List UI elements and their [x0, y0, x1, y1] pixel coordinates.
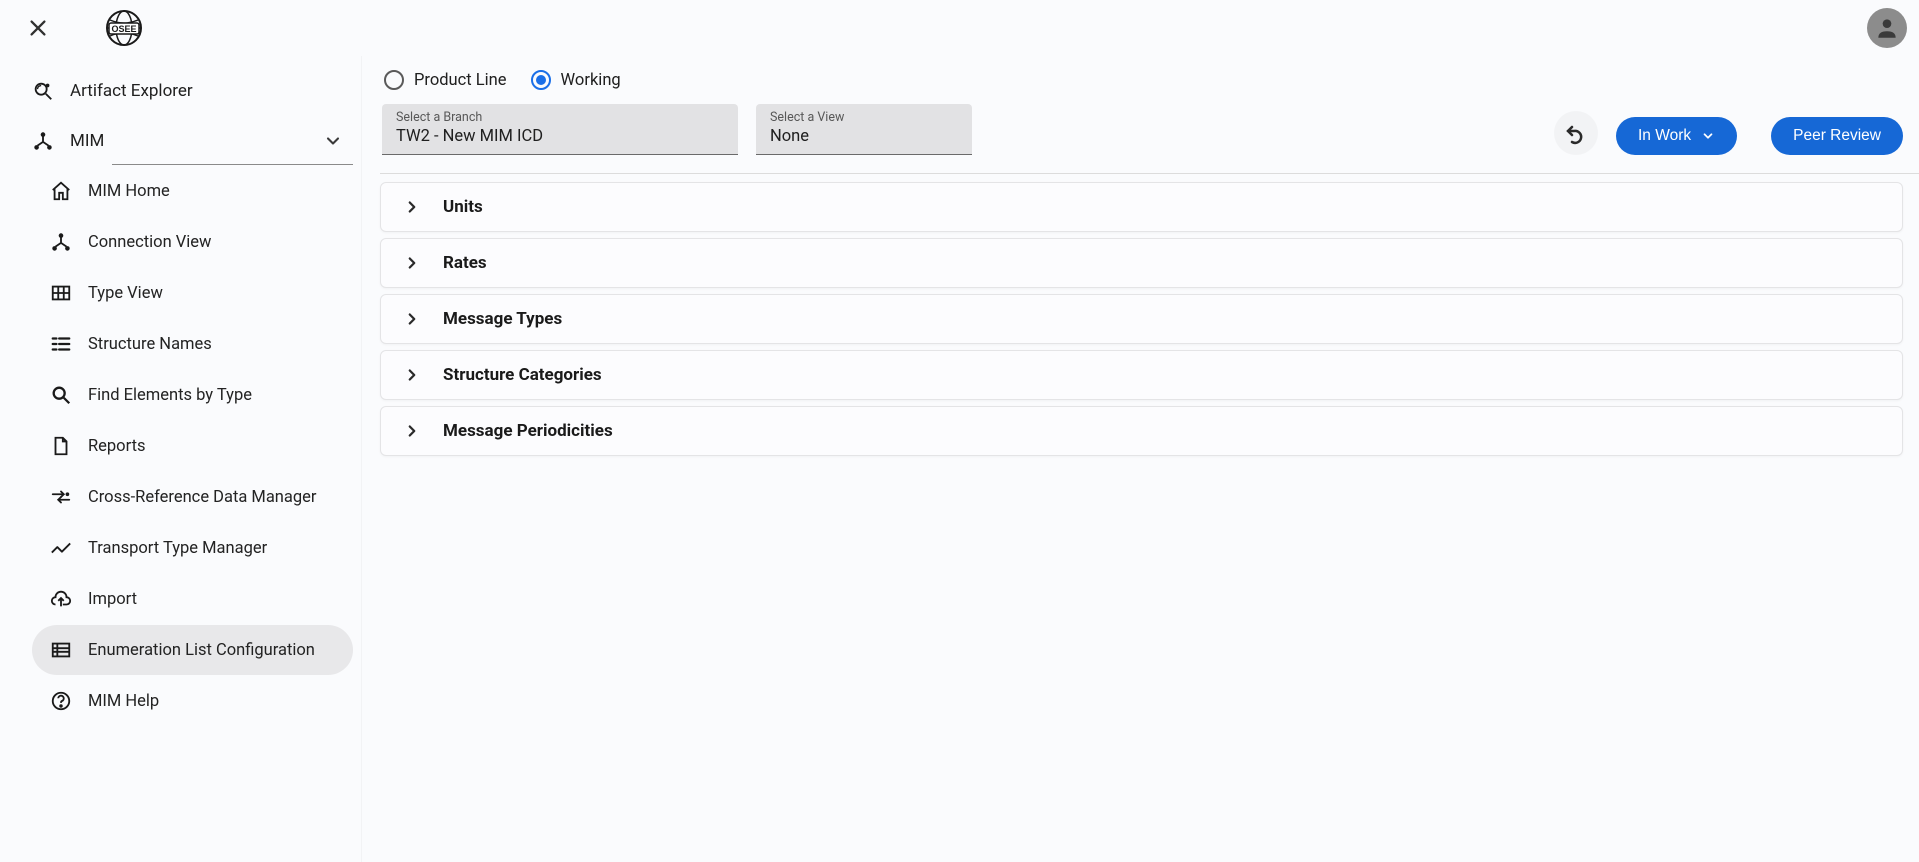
accordion-header-message-types[interactable]: Message Types	[381, 295, 1902, 343]
grid-icon	[50, 282, 72, 304]
accordion-header-message-periodicities[interactable]: Message Periodicities	[381, 407, 1902, 455]
accordion-title: Message Periodicities	[443, 421, 613, 441]
user-avatar[interactable]	[1867, 8, 1907, 48]
sidebar-item-artifact-explorer[interactable]: Artifact Explorer	[14, 66, 361, 116]
chevron-right-icon	[403, 366, 421, 384]
chevron-down-icon	[1701, 129, 1715, 143]
sidebar-item-label: Transport Type Manager	[88, 539, 267, 558]
chevron-right-icon	[403, 254, 421, 272]
accordion-title: Rates	[443, 253, 487, 273]
close-sidebar-button[interactable]	[20, 10, 56, 46]
sidebar-item-label: Reports	[88, 437, 146, 456]
sidebar-item-label: Find Elements by Type	[88, 386, 252, 405]
sidebar-submenu: MIM Home Connection View	[14, 166, 361, 726]
sidebar-item-label: Structure Names	[88, 335, 212, 354]
topbar-left: OSEE	[20, 6, 154, 50]
artifact-explorer-label: Artifact Explorer	[70, 81, 193, 101]
cloud-upload-icon	[50, 588, 72, 610]
table-list-icon	[50, 639, 72, 661]
accordion-structure-categories: Structure Categories	[380, 350, 1903, 400]
sidebar-item-type-view[interactable]: Type View	[32, 268, 353, 318]
selects-row: Select a Branch TW2 - New MIM ICD Select…	[380, 104, 1919, 155]
sidebar-item-mim-help[interactable]: MIM Help	[32, 676, 353, 726]
topbar: OSEE	[0, 0, 1919, 56]
branch-select[interactable]: Select a Branch TW2 - New MIM ICD	[382, 104, 738, 155]
svg-text:OSEE: OSEE	[111, 24, 136, 34]
radio-unchecked-icon	[384, 70, 404, 90]
branch-select-label: Select a Branch	[396, 110, 724, 125]
accordion-title: Structure Categories	[443, 365, 602, 385]
branch-select-value: TW2 - New MIM ICD	[396, 127, 724, 146]
globe-logo-icon: OSEE	[96, 8, 152, 48]
timeline-icon	[50, 537, 72, 559]
sidebar-item-reports[interactable]: Reports	[32, 421, 353, 471]
chevron-right-icon	[403, 310, 421, 328]
sidebar-item-import[interactable]: Import	[32, 574, 353, 624]
artifact-explorer-icon	[32, 80, 54, 102]
peer-review-button[interactable]: Peer Review	[1771, 117, 1903, 155]
radio-label: Working	[561, 71, 621, 90]
sidebar-item-mim[interactable]: MIM	[14, 116, 361, 166]
sidebar-item-label: MIM Home	[88, 182, 170, 201]
in-work-label: In Work	[1638, 127, 1691, 145]
toolbar-divider	[380, 173, 1919, 174]
undo-button[interactable]	[1554, 111, 1598, 155]
sidebar-item-label: Import	[88, 590, 137, 609]
accordion-header-structure-categories[interactable]: Structure Categories	[381, 351, 1902, 399]
sidebar-item-label: Type View	[88, 284, 163, 303]
peer-review-label: Peer Review	[1793, 127, 1881, 145]
view-select-label: Select a View	[770, 110, 958, 125]
close-icon	[27, 17, 49, 39]
search-icon	[50, 384, 72, 406]
chevron-right-icon	[403, 422, 421, 440]
branch-type-radios: Product Line Working	[380, 70, 1919, 90]
hub-icon	[32, 130, 54, 152]
sidebar-item-label: Connection View	[88, 233, 211, 252]
sidebar-divider	[112, 164, 353, 165]
sidebar-item-structure-names[interactable]: Structure Names	[32, 319, 353, 369]
list-lines-icon	[50, 333, 72, 355]
accordion-rates: Rates	[380, 238, 1903, 288]
chevron-down-icon	[323, 131, 343, 151]
view-select[interactable]: Select a View None	[756, 104, 972, 155]
radio-checked-icon	[531, 70, 551, 90]
accordion-title: Units	[443, 197, 483, 217]
user-icon	[1874, 15, 1900, 41]
in-work-dropdown[interactable]: In Work	[1616, 117, 1737, 155]
chevron-right-icon	[403, 198, 421, 216]
sidebar-item-transport-type[interactable]: Transport Type Manager	[32, 523, 353, 573]
mim-label: MIM	[70, 131, 104, 151]
sidebar-item-label: MIM Help	[88, 692, 159, 711]
view-select-value: None	[770, 127, 958, 146]
sidebar-item-cross-reference[interactable]: Cross-Reference Data Manager	[32, 472, 353, 522]
accordion-units: Units	[380, 182, 1903, 232]
home-icon	[50, 180, 72, 202]
accordion-title: Message Types	[443, 309, 562, 329]
osee-logo[interactable]: OSEE	[94, 6, 154, 50]
sidebar-item-label: Enumeration List Configuration	[88, 641, 315, 660]
help-icon	[50, 690, 72, 712]
connection-icon	[50, 231, 72, 253]
main-layout: Artifact Explorer MIM	[0, 56, 1919, 862]
sidebar-item-mim-home[interactable]: MIM Home	[32, 166, 353, 216]
sidebar-item-label: Cross-Reference Data Manager	[88, 488, 317, 507]
sidebar-item-enum-config[interactable]: Enumeration List Configuration	[32, 625, 353, 675]
radio-working[interactable]: Working	[531, 70, 621, 90]
sidebar-item-find-elements[interactable]: Find Elements by Type	[32, 370, 353, 420]
swap-icon	[50, 486, 72, 508]
document-icon	[50, 435, 72, 457]
radio-product-line[interactable]: Product Line	[384, 70, 507, 90]
accordion-message-types: Message Types	[380, 294, 1903, 344]
accordion-header-units[interactable]: Units	[381, 183, 1902, 231]
sidebar: Artifact Explorer MIM	[0, 56, 362, 862]
main-content: Product Line Working Select a Branch TW2…	[362, 56, 1919, 862]
sidebar-item-connection-view[interactable]: Connection View	[32, 217, 353, 267]
undo-icon	[1564, 121, 1588, 145]
accordion-message-periodicities: Message Periodicities	[380, 406, 1903, 456]
radio-label: Product Line	[414, 71, 507, 90]
accordion-header-rates[interactable]: Rates	[381, 239, 1902, 287]
